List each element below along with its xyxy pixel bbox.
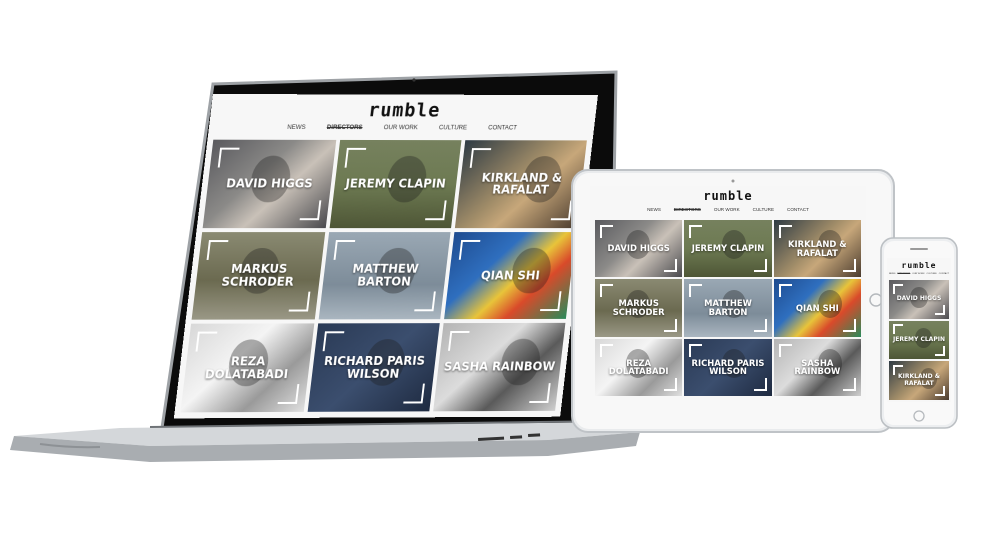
phone-frame [880,237,958,429]
nav-news[interactable]: NEWS [889,273,896,275]
bracket-bottom-right [664,259,678,273]
bracket-bottom-right [843,318,857,332]
director-grid: DAVID HIGGS JEREMY CLAPIN KIRKLAND & RAFAL… [889,280,949,400]
director-name: JEREMY CLAPIN [893,335,945,343]
nav-culture[interactable]: CULTURE [927,273,937,275]
bracket-top-left [778,343,792,357]
director-name: MATTHEW BARTON [704,298,752,317]
bracket-bottom-right [753,378,767,392]
bracket-bottom-right [935,345,946,356]
director-tile[interactable]: KIRKLAND & RAFALAT [889,361,949,400]
bracket-bottom-right [753,318,767,332]
phone-screen: rumble NEWS DIRECTORS OUR WORK CULTURE C… [887,258,951,402]
bracket-top-left [689,224,703,238]
director-name: KIRKLAND & RAFALAT [788,238,847,258]
bracket-bottom-right [753,259,767,273]
bracket-bottom-right [664,378,678,392]
nav-contact[interactable]: CONTACT [939,273,949,275]
bracket-top-left [689,284,703,298]
bracket-top-left [599,343,613,357]
bracket-top-left [599,284,613,298]
bracket-top-left [778,224,792,238]
bracket-top-left [689,343,703,357]
bracket-bottom-right [935,386,946,397]
director-name: REZA DOLATABADI [608,357,669,377]
bracket-top-left [892,324,903,335]
director-grid: DAVID HIGGS JEREMY CLAPIN KIRKLAND & RAFAL… [595,220,861,396]
director-name: RICHARD PARIS WILSON [691,357,765,377]
director-name: MARKUS SCHRODER [612,298,665,317]
bracket-top-left [778,284,792,298]
bracket-bottom-right [843,259,857,273]
director-tile[interactable]: JEREMY CLAPIN [889,320,949,360]
director-name: JEREMY CLAPIN [691,243,765,254]
director-tile[interactable]: DAVID HIGGS [889,280,949,319]
director-name: DAVID HIGGS [607,243,670,254]
bracket-bottom-right [843,378,857,392]
director-name: QIAN SHI [795,302,839,313]
nav-our-work[interactable]: OUR WORK [912,273,924,275]
director-name: SASHA RAINBOW [794,357,841,377]
director-name: DAVID HIGGS [896,295,942,303]
bracket-bottom-right [664,318,678,332]
bracket-top-left [599,224,613,238]
main-nav: NEWS DIRECTORS OUR WORK CULTURE CONTACT [887,273,951,275]
site-logo[interactable]: rumble [887,261,951,270]
nav-directors[interactable]: DIRECTORS [897,273,910,275]
bracket-bottom-right [935,305,946,316]
director-name: KIRKLAND & RAFALAT [898,373,940,387]
bracket-top-left [892,283,903,294]
speaker-grille [910,248,928,250]
